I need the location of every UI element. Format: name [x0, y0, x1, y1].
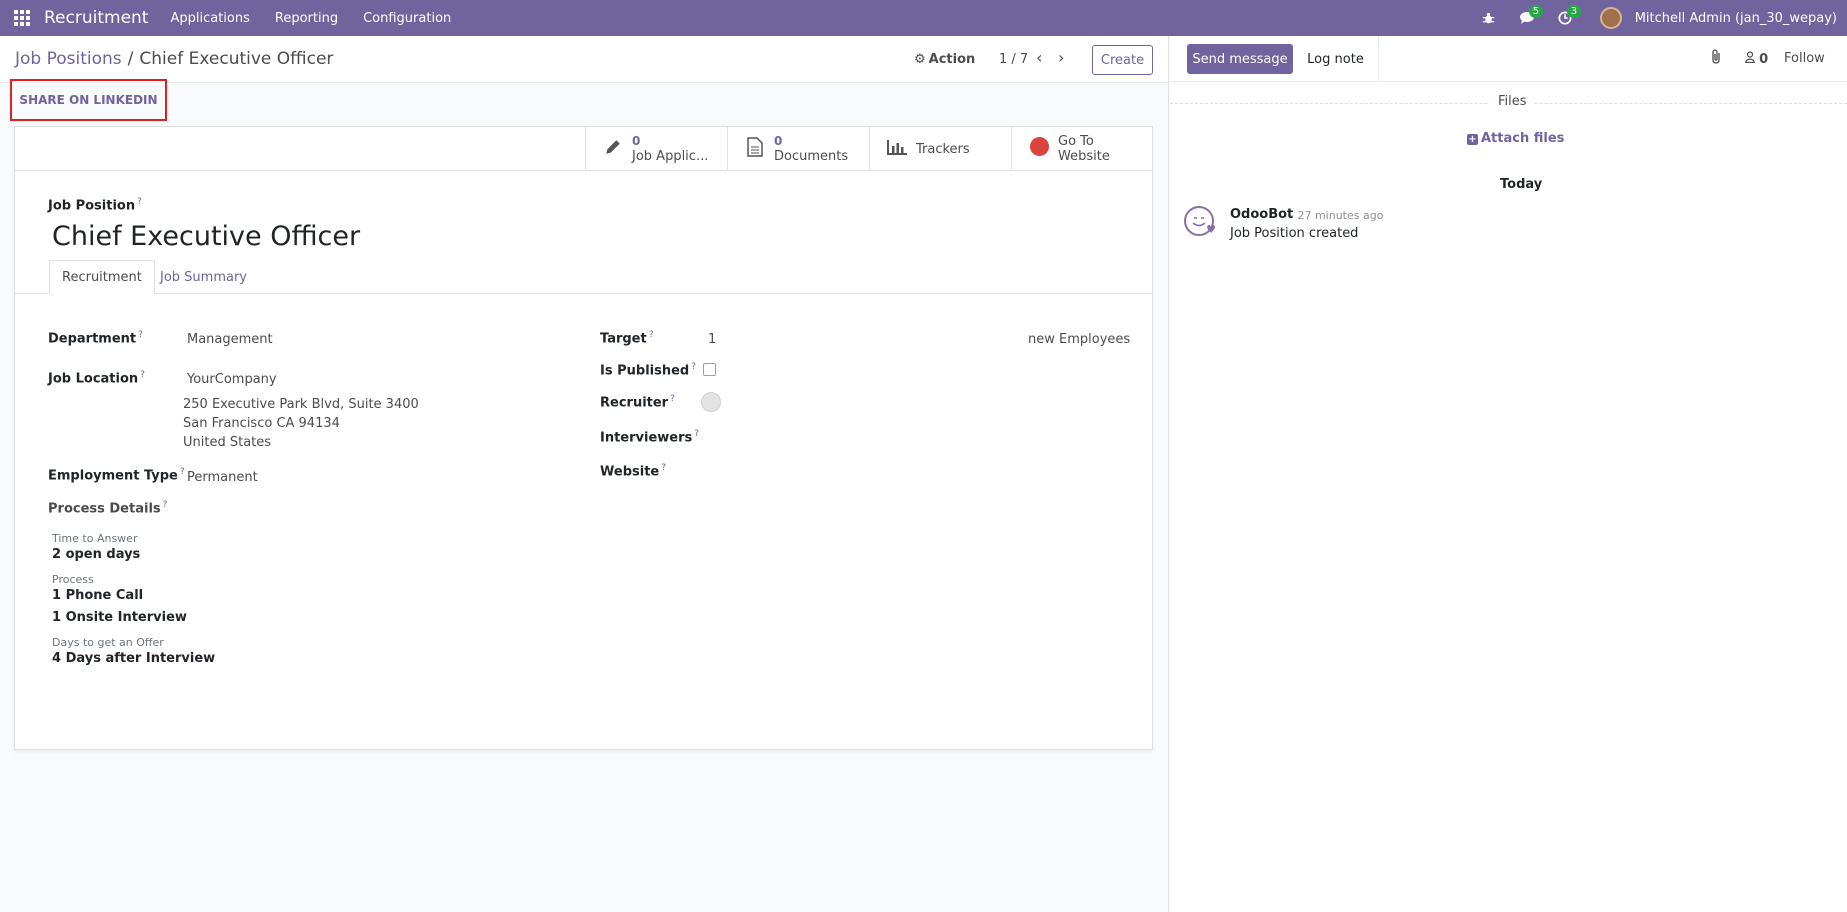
app-brand[interactable]: Recruitment: [44, 8, 148, 28]
address-line1: 250 Executive Park Blvd, Suite 3400: [183, 397, 419, 412]
pencil-icon: [602, 138, 624, 161]
follow-button[interactable]: Follow: [1784, 51, 1825, 66]
control-panel: Job Positions / Chief Executive Officer ⚙ A…: [0, 36, 1168, 83]
pager-value[interactable]: 1 / 7: [999, 52, 1028, 67]
breadcrumb: Job Positions / Chief Executive Officer: [15, 49, 333, 69]
documents-count: 0: [774, 134, 783, 148]
trackers-label: Trackers: [916, 141, 970, 157]
target-field[interactable]: 1: [708, 332, 716, 347]
department-label: Department?: [48, 330, 143, 347]
message-time: - 27 minutes ago: [1290, 209, 1384, 222]
website-label: Website?: [600, 463, 667, 480]
documents-label: Documents: [774, 149, 849, 164]
chat-icon[interactable]: 5: [1512, 0, 1544, 36]
address-line3: United States: [183, 435, 272, 450]
recruiter-avatar[interactable]: [701, 392, 721, 412]
message-author[interactable]: OdooBot: [1230, 207, 1293, 222]
message-body: Job Position created: [1230, 226, 1359, 241]
job-location-label: Job Location?: [48, 370, 145, 387]
odoobot-avatar: ♥: [1184, 206, 1216, 236]
interviewers-label: Interviewers?: [600, 429, 700, 446]
target-label: Target?: [600, 330, 654, 347]
chevron-left-icon[interactable]: ‹: [1036, 48, 1042, 67]
globe-icon: [1028, 137, 1050, 161]
bug-icon[interactable]: [1474, 0, 1504, 36]
log-note-button[interactable]: Log note: [1293, 36, 1379, 82]
form-sheet: 0 Job Applic... 0 Documents Trackers Go To…: [14, 126, 1153, 750]
chatter-topbar: Send message Log note 0 Follow: [1170, 36, 1847, 82]
job-position-label: Job Position?: [48, 197, 142, 214]
paperclip-icon[interactable]: [1710, 49, 1722, 69]
share-linkedin-button[interactable]: SHARE ON LINKEDIN: [10, 79, 167, 121]
files-title: Files: [1490, 94, 1535, 109]
target-suffix: new Employees: [1028, 332, 1131, 347]
breadcrumb-separator: /: [127, 49, 134, 69]
process-value-2: 1 Onsite Interview: [52, 610, 187, 625]
heart-icon: ♥: [1206, 223, 1216, 236]
messages-badge: 5: [1528, 5, 1544, 18]
website-label-line1: Go To: [1058, 134, 1094, 149]
documents-button[interactable]: 0 Documents: [727, 127, 869, 171]
is-published-checkbox[interactable]: [703, 363, 716, 376]
attach-files-button[interactable]: + Attach files: [1467, 131, 1564, 146]
breadcrumb-current: Chief Executive Officer: [139, 49, 334, 69]
plus-square-icon: +: [1467, 134, 1478, 145]
job-position-input[interactable]: Chief Executive Officer: [52, 221, 360, 252]
chatter-panel: Send message Log note 0 Follow Files + At…: [1170, 36, 1847, 912]
employment-type-label: Employment Type?: [48, 467, 185, 484]
days-offer-value: 4 Days after Interview: [52, 651, 216, 666]
followers-count: 0: [1759, 52, 1769, 67]
gear-icon: ⚙: [914, 52, 926, 67]
tab-recruitment[interactable]: Recruitment: [49, 260, 155, 294]
job-location-field[interactable]: YourCompany: [187, 372, 277, 387]
create-button[interactable]: Create: [1092, 45, 1153, 75]
breadcrumb-job-positions[interactable]: Job Positions: [15, 49, 122, 69]
clock-icon[interactable]: 3: [1550, 0, 1582, 36]
is-published-label: Is Published?: [600, 362, 696, 379]
process-label: Process: [52, 573, 94, 586]
menu-reporting[interactable]: Reporting: [275, 11, 338, 26]
user-avatar[interactable]: [1599, 7, 1622, 29]
document-icon: [744, 136, 766, 162]
apps-menu-icon[interactable]: [0, 0, 44, 36]
action-button[interactable]: ⚙ Action: [914, 52, 975, 67]
job-applications-button[interactable]: 0 Job Applic...: [585, 127, 727, 171]
activities-badge: 3: [1566, 5, 1582, 18]
send-message-button[interactable]: Send message: [1187, 44, 1293, 74]
attach-files-label: Attach files: [1481, 131, 1565, 146]
employment-type-field[interactable]: Permanent: [187, 470, 258, 485]
time-to-answer-value: 2 open days: [52, 547, 141, 562]
time-to-answer-label: Time to Answer: [52, 532, 138, 545]
trackers-button[interactable]: Trackers: [869, 127, 1011, 171]
top-navbar: Recruitment Applications Reporting Confi…: [0, 0, 1847, 36]
website-label-line2: Website: [1058, 149, 1110, 164]
action-label: Action: [928, 52, 976, 67]
address-line2: San Francisco CA 94134: [183, 416, 340, 431]
department-field[interactable]: Management: [187, 332, 273, 347]
form-view: Job Positions / Chief Executive Officer ⚙ A…: [0, 36, 1169, 912]
chevron-right-icon[interactable]: ›: [1058, 48, 1064, 67]
menu-applications[interactable]: Applications: [170, 11, 249, 26]
go-to-website-button[interactable]: Go To Website: [1011, 127, 1153, 171]
menu-configuration[interactable]: Configuration: [363, 11, 451, 26]
date-separator-today: Today: [1490, 177, 1553, 192]
bar-chart-icon: [886, 138, 908, 161]
smart-buttons-bar: 0 Job Applic... 0 Documents Trackers Go To…: [15, 127, 1152, 171]
tab-job-summary[interactable]: Job Summary: [148, 260, 259, 294]
followers-button[interactable]: 0: [1745, 51, 1768, 67]
job-applications-count: 0: [632, 134, 641, 148]
days-offer-label: Days to get an Offer: [52, 636, 164, 649]
job-applications-label: Job Applic...: [632, 149, 709, 164]
user-icon: [1745, 51, 1759, 67]
recruiter-label: Recruiter?: [600, 394, 675, 411]
notebook-tabs: Recruitment Job Summary: [15, 260, 1152, 294]
process-details-label: Process Details?: [48, 500, 168, 517]
process-value-1: 1 Phone Call: [52, 588, 144, 603]
user-menu[interactable]: Mitchell Admin (jan_30_wepay): [1635, 11, 1837, 26]
systray: 5 3 Mitchell Admin (jan_30_wepay): [1474, 0, 1837, 36]
